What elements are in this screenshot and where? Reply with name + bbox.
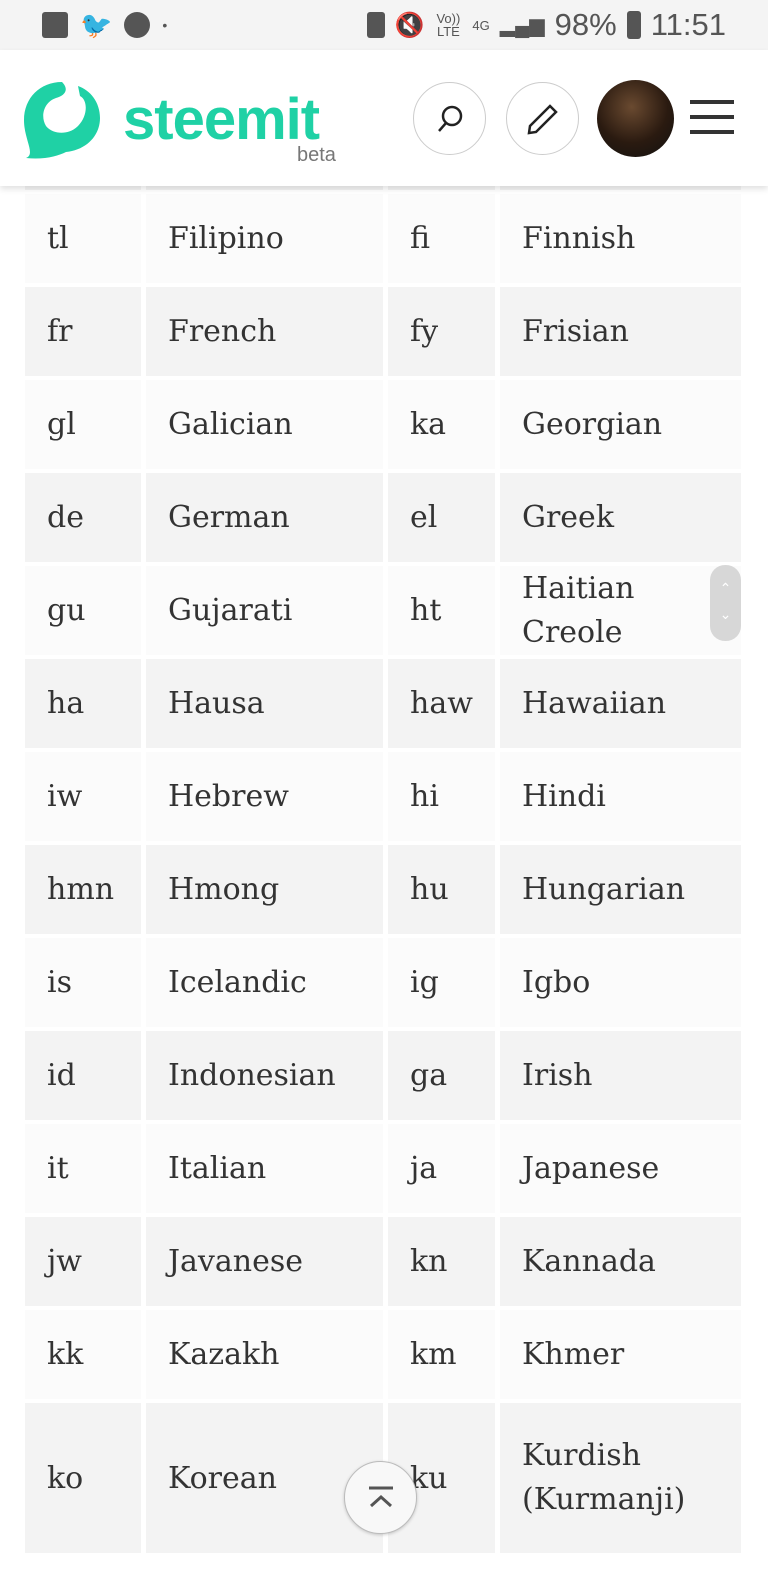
language-code-cell: el <box>388 473 495 562</box>
language-name-cell: Gujarati <box>146 566 383 655</box>
search-icon <box>437 105 462 132</box>
language-code-cell: hmn <box>25 845 141 934</box>
language-name-cell: Indonesian <box>146 1031 383 1120</box>
battery-saver-icon <box>366 12 385 38</box>
clock: 11:51 <box>650 7 726 42</box>
network-label: 4G <box>472 17 490 33</box>
language-name-cell: German <box>146 473 383 562</box>
language-name-cell: Greek <box>500 473 741 562</box>
scroll-to-top-button[interactable] <box>344 1461 417 1534</box>
signal-icon: ▂▄▆ <box>499 14 545 37</box>
table-row: de German el Greek <box>25 473 741 562</box>
pencil-icon <box>527 103 558 134</box>
language-name-cell: Igbo <box>500 938 741 1027</box>
language-code-cell: haw <box>388 659 495 748</box>
language-name-cell: Hmong <box>146 845 383 934</box>
volte-label: Vo)) LTE <box>436 11 461 39</box>
language-name-cell: Finnish <box>500 194 741 283</box>
language-code-cell: ka <box>388 380 495 469</box>
table-row: hmn Hmong hu Hungarian <box>25 845 741 934</box>
table-row: kk Kazakh km Khmer <box>25 1310 741 1399</box>
language-code-cell: fi <box>388 194 495 283</box>
twitter-icon: 🐦 <box>80 9 113 40</box>
language-name-cell: Filipino <box>146 194 383 283</box>
table-row: tl Filipino fi Finnish <box>25 194 741 283</box>
table-row: gu Gujarati ht Haitian Creole <box>25 566 741 655</box>
table-row: fr French fy Frisian <box>25 287 741 376</box>
language-name-cell: Kurdish (Kurmanji) <box>500 1403 741 1553</box>
table-row: ha Hausa haw Hawaiian <box>25 659 741 748</box>
language-code-cell: id <box>25 1031 141 1120</box>
language-name-cell: Hebrew <box>146 752 383 841</box>
mute-icon: 🔇 <box>394 11 425 39</box>
language-code-cell: tl <box>25 194 141 283</box>
language-code-cell: ja <box>388 1124 495 1213</box>
language-name-cell: Hawaiian <box>500 659 741 748</box>
language-name-cell: Hindi <box>500 752 741 841</box>
avatar[interactable] <box>597 80 674 157</box>
table-row: gl Galician ka Georgian <box>25 380 741 469</box>
language-code-cell: ht <box>388 566 495 655</box>
language-code-cell: kk <box>25 1310 141 1399</box>
language-name-cell: Icelandic <box>146 938 383 1027</box>
language-name-cell: Galician <box>146 380 383 469</box>
language-name-cell: Frisian <box>500 287 741 376</box>
dot-icon: • <box>162 17 168 33</box>
language-name-cell: Kannada <box>500 1217 741 1306</box>
beta-label: beta <box>297 144 336 166</box>
status-bar: 🐦 • 🔇 Vo)) LTE 4G ▂▄▆ 98% 11:51 <box>0 0 768 50</box>
language-name-cell: Haitian Creole <box>500 566 741 655</box>
search-button[interactable] <box>413 82 486 155</box>
language-code-cell: gu <box>25 566 141 655</box>
language-code-cell: kn <box>388 1217 495 1306</box>
language-code-cell: iw <box>25 752 141 841</box>
steemit-logo-icon[interactable] <box>22 80 102 160</box>
scrollbar-handle[interactable]: ⌃ ⌄ <box>710 565 741 641</box>
language-code-cell: hi <box>388 752 495 841</box>
language-code-cell: km <box>388 1310 495 1399</box>
table-row: id Indonesian ga Irish <box>25 1031 741 1120</box>
brand-name[interactable]: steemit <box>123 86 320 153</box>
language-code-cell: fy <box>388 287 495 376</box>
language-code-cell: ig <box>388 938 495 1027</box>
language-name-cell: French <box>146 287 383 376</box>
app-notification-icon <box>124 12 151 38</box>
language-name-cell: Italian <box>146 1124 383 1213</box>
language-name-cell: Khmer <box>500 1310 741 1399</box>
table-row: it Italian ja Japanese <box>25 1124 741 1213</box>
table-row: jw Javanese kn Kannada <box>25 1217 741 1306</box>
language-code-cell: it <box>25 1124 141 1213</box>
table-row: is Icelandic ig Igbo <box>25 938 741 1027</box>
battery-percent: 98% <box>554 7 617 42</box>
language-code-cell: gl <box>25 380 141 469</box>
language-name-cell: Javanese <box>146 1217 383 1306</box>
compose-button[interactable] <box>506 82 579 155</box>
language-name-cell: Hungarian <box>500 845 741 934</box>
language-name-cell: Japanese <box>500 1124 741 1213</box>
language-name-cell: Georgian <box>500 380 741 469</box>
language-code-cell: ha <box>25 659 141 748</box>
table-row: iw Hebrew hi Hindi <box>25 752 741 841</box>
language-name-cell: Irish <box>500 1031 741 1120</box>
language-code-cell: is <box>25 938 141 1027</box>
hamburger-menu-icon[interactable] <box>690 100 734 145</box>
language-code-cell: de <box>25 473 141 562</box>
language-code-cell: jw <box>25 1217 141 1306</box>
language-name-cell: Kazakh <box>146 1310 383 1399</box>
language-code-cell: ko <box>25 1403 141 1553</box>
language-name-cell: Korean <box>146 1403 383 1553</box>
language-code-cell: ga <box>388 1031 495 1120</box>
language-table: tl Filipino fi Finnish fr French fy Frisian gl Ga… <box>25 101 741 1557</box>
gallery-icon <box>42 12 68 38</box>
battery-icon <box>626 11 641 39</box>
language-name-cell: Hausa <box>146 659 383 748</box>
language-code-cell: hu <box>388 845 495 934</box>
chevron-up-icon <box>368 1486 393 1507</box>
site-header: steemit beta <box>0 50 768 186</box>
language-code-cell: fr <box>25 287 141 376</box>
